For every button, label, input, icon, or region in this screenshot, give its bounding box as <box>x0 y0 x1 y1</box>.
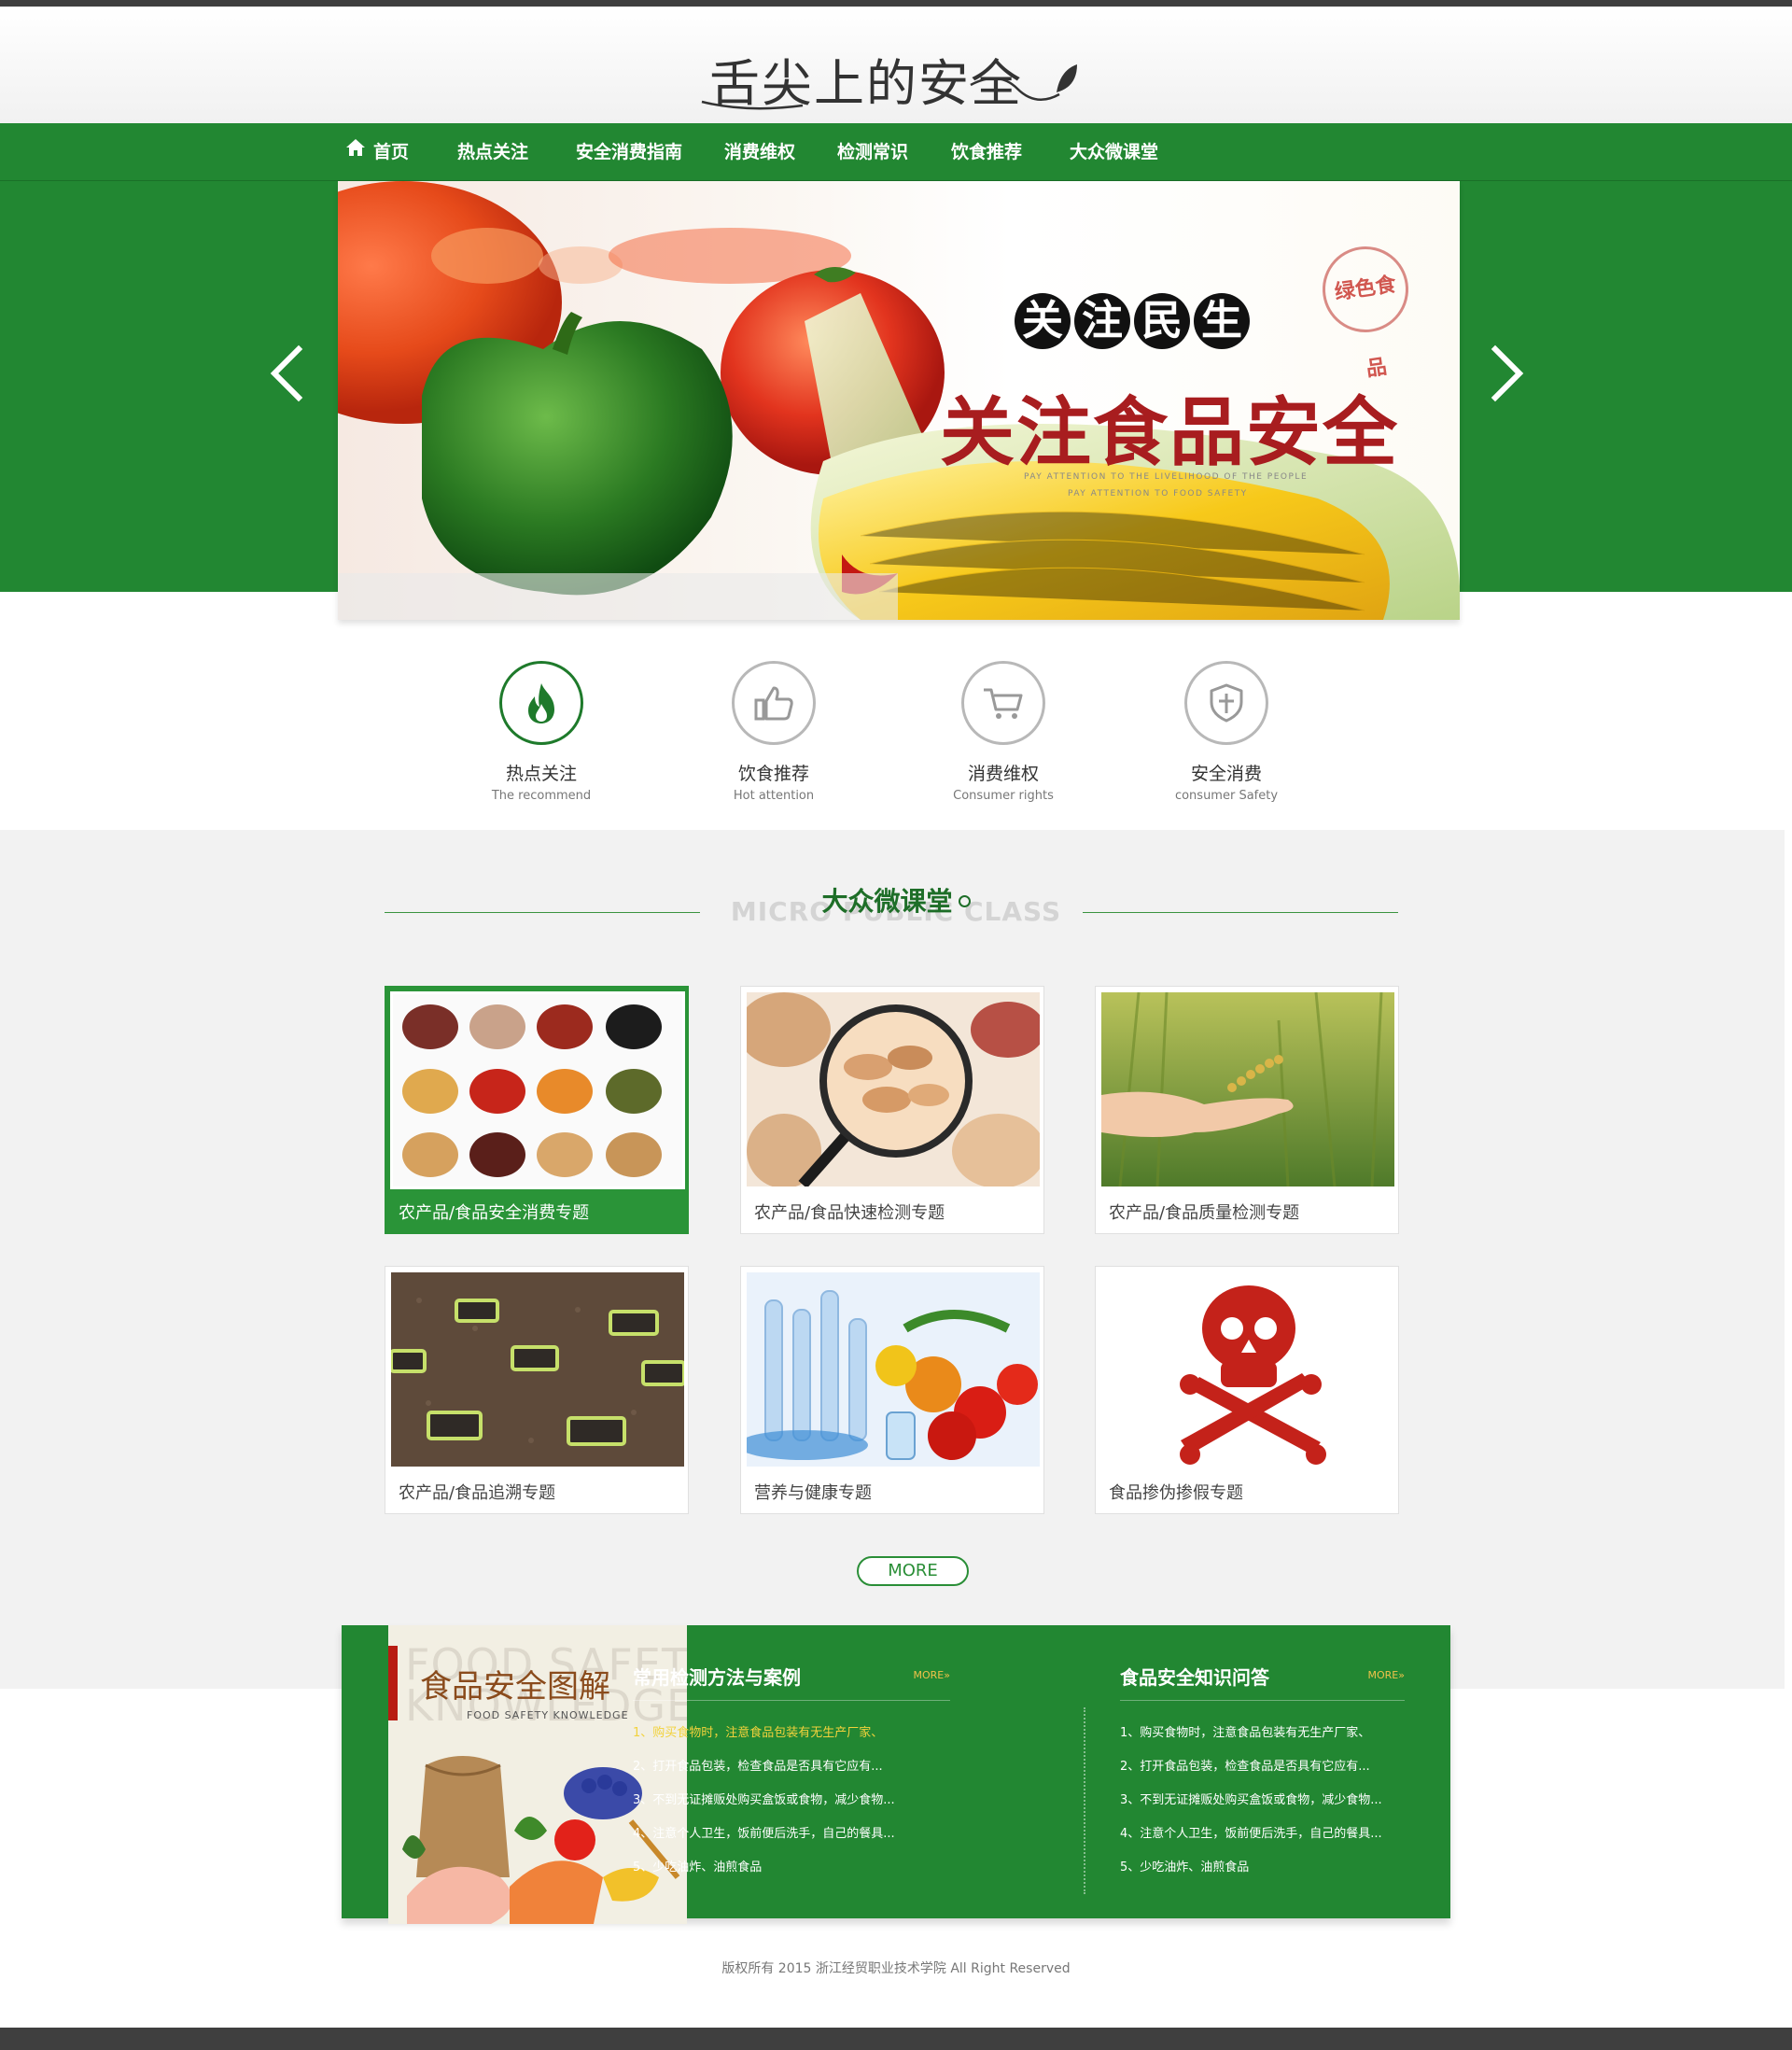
feature-rights[interactable]: 消费维权 Consumer rights <box>924 661 1083 803</box>
column-title: 食品安全知识问答 <box>1120 1666 1269 1689</box>
card-label: 营养与健康专题 <box>754 1483 872 1503</box>
top-bar <box>0 0 1792 7</box>
feature-subtitle: Hot attention <box>733 789 815 803</box>
section-title: 大众微课堂 <box>0 881 1792 919</box>
promo-title: 食品安全图解 <box>420 1668 610 1706</box>
logo-text: 舌尖上的安全 <box>709 54 1023 113</box>
column-divider <box>1084 1707 1085 1894</box>
home-icon <box>345 122 366 180</box>
thumbs-up-icon <box>754 686 793 721</box>
banner-next-button[interactable] <box>1486 336 1533 411</box>
site-logo[interactable]: 舌尖上的安全 <box>691 42 1101 117</box>
class-card-traceability[interactable]: 农产品/食品追溯专题 <box>385 1266 689 1514</box>
list-item[interactable]: 5、少吃油炸、油煎食品 <box>1120 1851 1382 1885</box>
class-card-adulteration[interactable]: 食品掺伪掺假专题 <box>1095 1266 1399 1514</box>
cart-icon <box>984 688 1023 719</box>
feature-title: 消费维权 <box>967 764 1039 784</box>
feature-title: 安全消费 <box>1190 764 1262 784</box>
banner-title: 关注食品安全 <box>940 389 1399 476</box>
feature-title: 饮食推荐 <box>737 764 809 784</box>
circle-dot-icon <box>958 894 971 907</box>
knowledge-panel: FOOD SAFETY KNOWLEDGE 食品安全图解 FOOD SAFETY … <box>342 1625 1450 1924</box>
flame-icon <box>528 683 554 723</box>
promo-subtitle: FOOD SAFETY KNOWLEDGE <box>467 1709 629 1721</box>
banner-slogan: 关注民生 <box>1015 293 1253 349</box>
feature-icon-ring <box>499 661 583 745</box>
soil-markers-image <box>391 1272 684 1467</box>
article-list: 1、购买食物时，注意食品包装有无生产厂家、 2、打开食品包装，检查食品是否具有它… <box>1120 1717 1382 1885</box>
feature-diet[interactable]: 饮食推荐 Hot attention <box>694 661 853 803</box>
feature-safety[interactable]: 安全消费 consumer Safety <box>1147 661 1306 803</box>
banner-subtitle-2: PAY ATTENTION TO FOOD SAFETY <box>1068 489 1248 498</box>
page-edge <box>1785 830 1792 1689</box>
column-more-link[interactable]: MORE» <box>1368 1669 1405 1681</box>
nav-item-safety-guide[interactable]: 安全消费指南 <box>576 123 682 181</box>
list-item[interactable]: 4、注意个人卫生，饭前便后洗手，自己的餐具... <box>633 1818 895 1851</box>
feature-hot[interactable]: 热点关注 The recommend <box>462 661 621 803</box>
beans-grid-image <box>390 991 685 1189</box>
card-label: 食品掺伪掺假专题 <box>1109 1483 1243 1503</box>
slogan-char: 生 <box>1194 293 1250 349</box>
hero-banner: 绿色食品 关注民生 关注食品安全 PAY ATTENTION TO THE LI… <box>338 181 1460 620</box>
nav-item-home[interactable]: 首页 <box>345 123 409 181</box>
feature-subtitle: consumer Safety <box>1174 789 1279 803</box>
class-card-rapid-test[interactable]: 农产品/食品快速检测专题 <box>740 986 1044 1234</box>
nav-item-testing[interactable]: 检测常识 <box>837 123 908 181</box>
column-rule <box>633 1700 950 1701</box>
chevron-left-icon <box>270 344 303 402</box>
list-item[interactable]: 2、打开食品包装，检查食品是否具有它应有... <box>633 1750 895 1784</box>
list-item[interactable]: 3、不到无证摊贩处购买盒饭或食物，减少食物... <box>633 1784 895 1818</box>
nav-item-rights[interactable]: 消费维权 <box>724 123 795 181</box>
nav-item-hot[interactable]: 热点关注 <box>457 123 528 181</box>
skull-crossbones-image <box>1101 1272 1394 1467</box>
feature-icon-ring <box>1184 661 1268 745</box>
feature-icon-ring <box>961 661 1045 745</box>
list-item[interactable]: 3、不到无证摊贩处购买盒饭或食物，减少食物... <box>1120 1784 1382 1818</box>
list-item[interactable]: 1、购买食物时，注意食品包装有无生产厂家、 <box>633 1717 895 1750</box>
slogan-char: 关 <box>1015 293 1071 349</box>
feature-title: 热点关注 <box>505 764 577 784</box>
lab-vegetables-image <box>747 1272 1040 1467</box>
promo-accent-bar <box>388 1646 398 1720</box>
copyright: 版权所有 2015 浙江经贸职业技术学院 All Right Reserved <box>721 1961 1071 1976</box>
more-button[interactable]: MORE <box>857 1556 969 1586</box>
class-card-nutrition[interactable]: 营养与健康专题 <box>740 1266 1044 1514</box>
card-label: 农产品/食品质量检测专题 <box>1109 1203 1300 1223</box>
section-title-cn: 大众微课堂 <box>821 886 953 917</box>
feature-icon-ring <box>732 661 816 745</box>
nav-item-label: 首页 <box>373 142 410 162</box>
banner-prev-button[interactable] <box>261 336 308 411</box>
list-item[interactable]: 5、少吃油炸、油煎食品 <box>633 1851 895 1885</box>
site-header: 舌尖上的安全 <box>0 7 1792 123</box>
bottom-bar <box>0 2028 1792 2050</box>
banner-subtitle-1: PAY ATTENTION TO THE LIVELIHOOD OF THE P… <box>1024 472 1309 482</box>
main-nav: 首页 热点关注 安全消费指南 消费维权 检测常识 饮食推荐 大众微课堂 <box>0 123 1792 181</box>
list-item[interactable]: 4、注意个人卫生，饭前便后洗手，自己的餐具... <box>1120 1818 1382 1851</box>
class-card-quality-test[interactable]: 农产品/食品质量检测专题 <box>1095 986 1399 1234</box>
chevron-right-icon <box>1491 344 1524 402</box>
column-title: 常用检测方法与案例 <box>633 1666 801 1689</box>
feature-subtitle: The recommend <box>491 789 592 803</box>
nav-item-diet[interactable]: 饮食推荐 <box>951 123 1022 181</box>
column-rule <box>1120 1700 1405 1701</box>
shield-icon <box>1210 683 1243 723</box>
magnifier-nuts-image <box>747 992 1040 1186</box>
class-card-consumption[interactable]: 农产品/食品安全消费专题 <box>385 986 689 1234</box>
card-label: 农产品/食品安全消费专题 <box>399 1203 590 1223</box>
list-item[interactable]: 1、购买食物时，注意食品包装有无生产厂家、 <box>1120 1717 1382 1750</box>
list-item[interactable]: 2、打开食品包装，检查食品是否具有它应有... <box>1120 1750 1382 1784</box>
article-list: 1、购买食物时，注意食品包装有无生产厂家、 2、打开食品包装，检查食品是否具有它… <box>633 1717 895 1885</box>
rice-field-image <box>1101 992 1394 1186</box>
column-more-link[interactable]: MORE» <box>914 1669 950 1681</box>
card-label: 农产品/食品追溯专题 <box>399 1483 556 1503</box>
nav-item-class[interactable]: 大众微课堂 <box>1070 123 1158 181</box>
feature-subtitle: Consumer rights <box>953 789 1054 803</box>
card-label: 农产品/食品快速检测专题 <box>754 1203 945 1223</box>
slogan-char: 民 <box>1134 293 1190 349</box>
slogan-char: 注 <box>1074 293 1130 349</box>
